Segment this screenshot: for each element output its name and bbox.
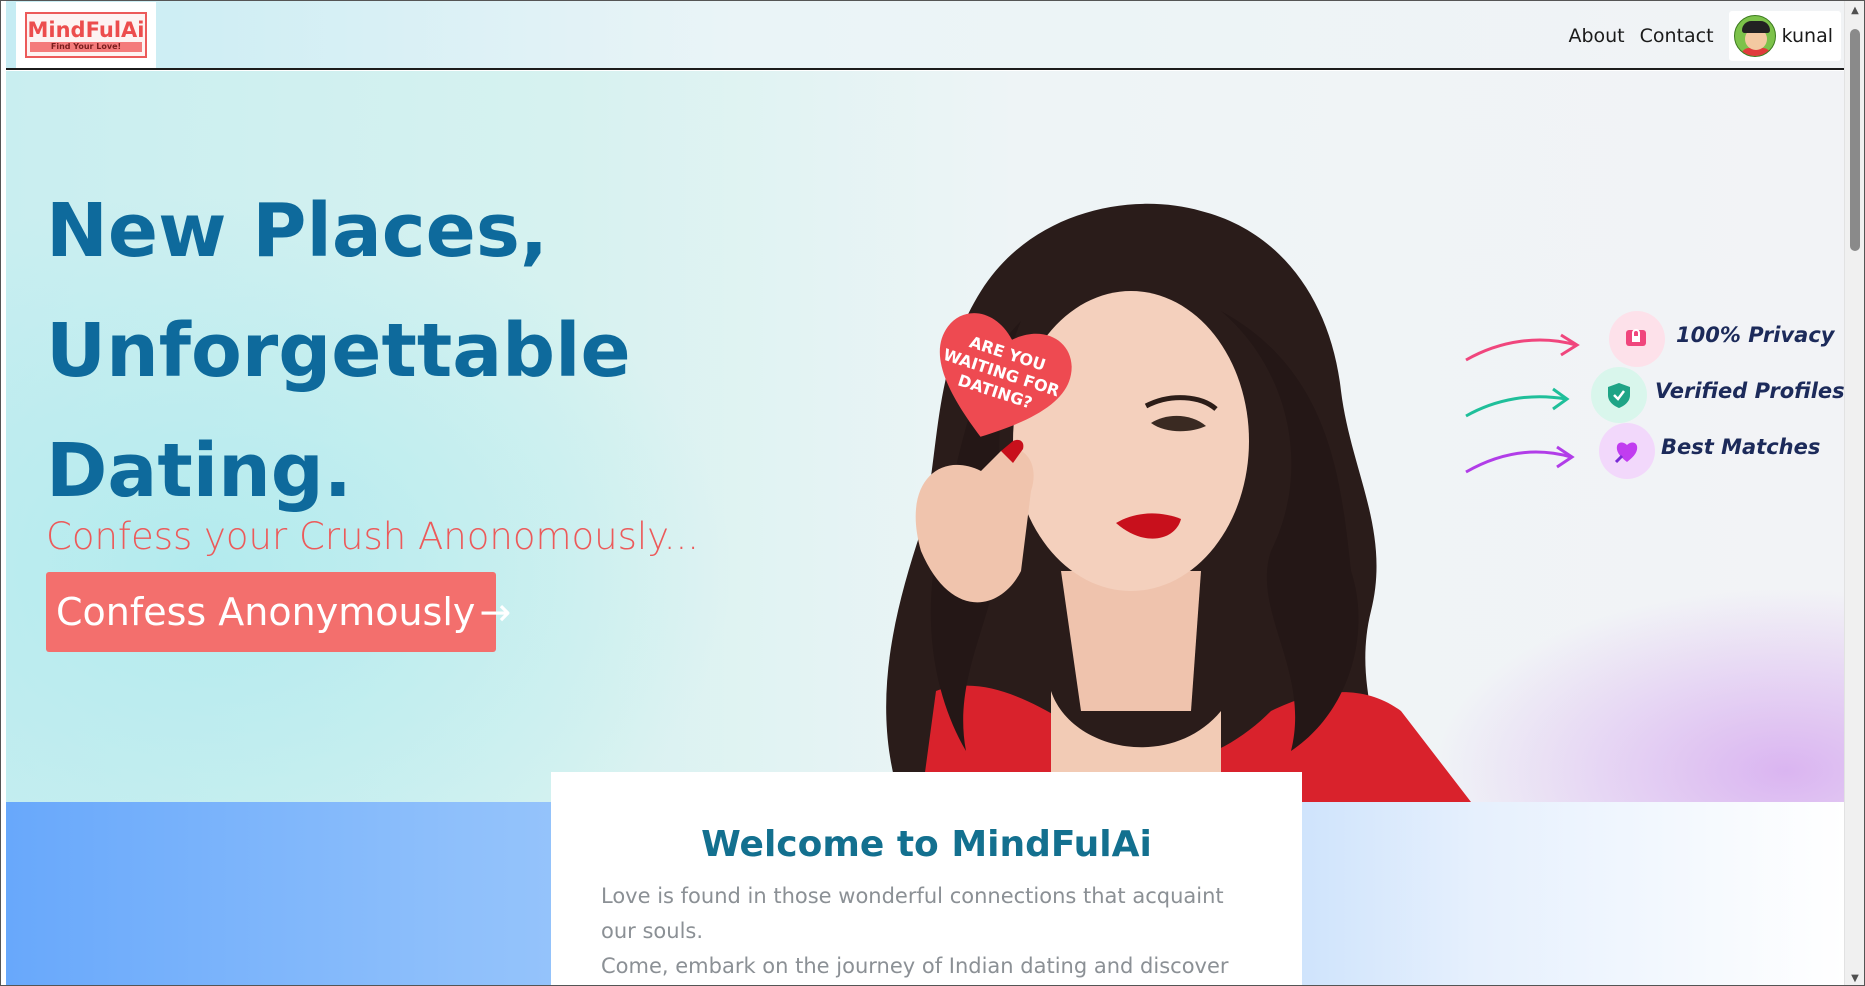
heart-rocket-icon bbox=[1599, 423, 1655, 479]
feature-privacy: 100% Privacy bbox=[1461, 311, 1835, 375]
arrow-right-icon: → bbox=[479, 590, 512, 634]
vertical-scrollbar[interactable]: ▲ ▼ bbox=[1844, 1, 1864, 985]
browser-window: MindFulAi Find Your Love! About Contact … bbox=[0, 0, 1865, 986]
hero-subtitle: Confess your Crush Anonomously... bbox=[46, 515, 700, 558]
user-menu[interactable]: kunal bbox=[1728, 10, 1841, 61]
arrow-decoration-icon bbox=[1465, 387, 1570, 418]
confess-anonymously-button[interactable]: Confess Anonymously → bbox=[46, 572, 511, 652]
scroll-up-icon[interactable]: ▲ bbox=[1845, 1, 1864, 19]
nav-links: About Contact kunal bbox=[1568, 1, 1846, 70]
hero-title-line-1: New Places, bbox=[46, 188, 548, 274]
arrow-decoration-icon bbox=[1465, 445, 1575, 474]
scroll-down-icon[interactable]: ▼ bbox=[1845, 969, 1864, 985]
avatar bbox=[1733, 14, 1776, 57]
welcome-paragraph-2: Come, embark on the journey of Indian da… bbox=[601, 954, 1229, 978]
feature-label: 100% Privacy bbox=[1676, 323, 1835, 347]
hero-title: New Places, Unforgettable Dating. bbox=[46, 171, 746, 531]
scroll-thumb[interactable] bbox=[1850, 29, 1860, 251]
hero-title-line-2: Unforgettable bbox=[46, 308, 631, 394]
logo-name: MindFulAi bbox=[27, 18, 145, 42]
shield-check-icon bbox=[1591, 367, 1647, 423]
welcome-card: Welcome to MindFulAi Love is found in th… bbox=[551, 772, 1302, 985]
feature-verified: Verified Profiles bbox=[1461, 367, 1845, 431]
welcome-paragraph-1: Love is found in those wonderful connect… bbox=[601, 884, 1224, 943]
lock-chat-icon bbox=[1609, 311, 1665, 367]
feature-list: 100% Privacy Verified Profiles Best Matc… bbox=[1461, 311, 1845, 487]
user-name: kunal bbox=[1781, 24, 1833, 47]
hero-title-line-3: Dating. bbox=[46, 428, 352, 514]
welcome-title: Welcome to MindFulAi bbox=[701, 824, 1152, 865]
logo-tagline: Find Your Love! bbox=[30, 42, 142, 52]
logo-badge: MindFulAi Find Your Love! bbox=[25, 12, 147, 58]
feature-label: Verified Profiles bbox=[1655, 379, 1845, 403]
hero-section: New Places, Unforgettable Dating. Confes… bbox=[6, 71, 1846, 802]
nav-link-about[interactable]: About bbox=[1568, 25, 1624, 47]
cta-label: Confess Anonymously bbox=[56, 590, 476, 634]
navbar: MindFulAi Find Your Love! About Contact … bbox=[6, 1, 1846, 70]
logo[interactable]: MindFulAi Find Your Love! bbox=[16, 2, 156, 68]
nav-link-contact[interactable]: Contact bbox=[1640, 25, 1714, 47]
feature-matches: Best Matches bbox=[1461, 423, 1831, 487]
woman-with-heart-image: ARE YOU WAITING FOR DATING? bbox=[886, 203, 1471, 802]
feature-label: Best Matches bbox=[1661, 435, 1821, 459]
arrow-decoration-icon bbox=[1465, 333, 1580, 362]
